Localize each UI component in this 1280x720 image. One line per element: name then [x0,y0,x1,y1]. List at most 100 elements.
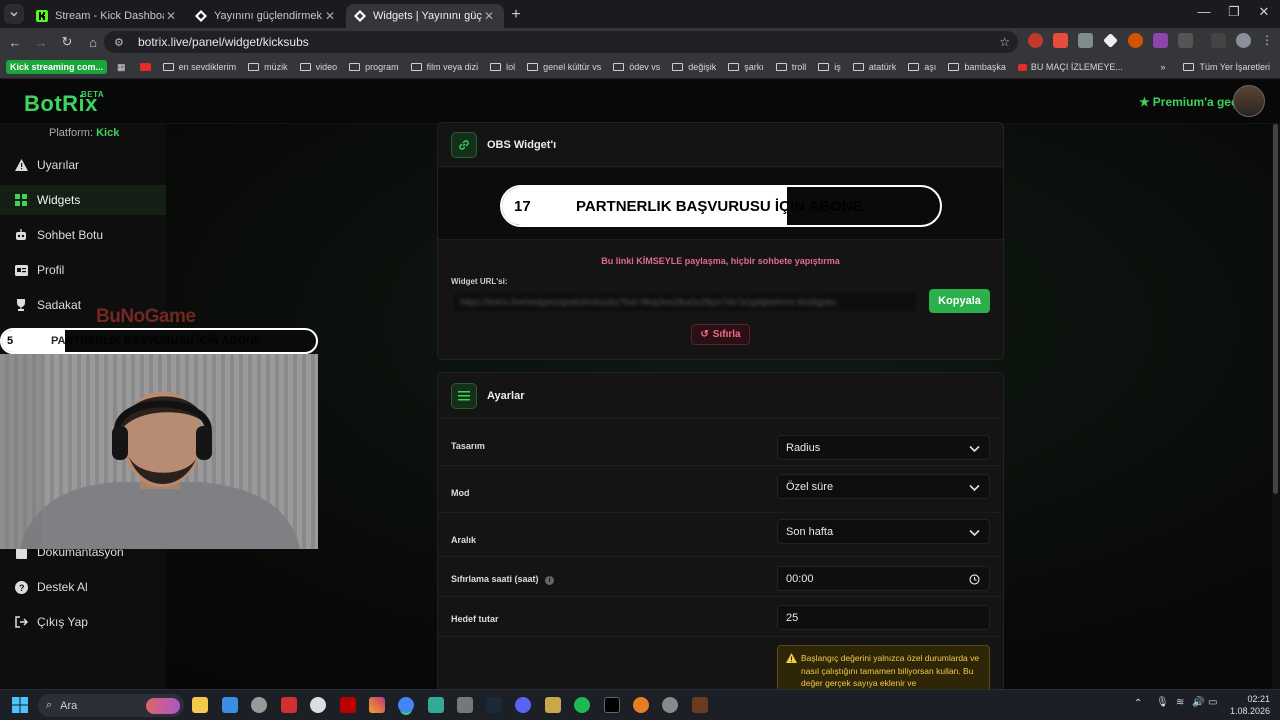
sidebar-item-sohbet-botu[interactable]: Sohbet Botu [0,220,166,250]
extension-icon[interactable] [1078,33,1093,48]
design-select[interactable]: Radius [777,435,990,460]
app-icon[interactable] [662,697,678,713]
media-controls-icon[interactable] [1211,33,1226,48]
bookmark-folder[interactable]: video [299,62,337,72]
reset-button[interactable]: ↺ Sıfırla [691,324,750,345]
botrix-logo[interactable]: BotRix BETA [24,90,104,117]
scrollbar-thumb[interactable] [1273,124,1278,494]
bookmark-folder[interactable]: ödev vs [613,62,660,72]
reload-icon[interactable]: ↻ [54,29,80,55]
copy-button[interactable]: Kopyala [929,289,990,313]
close-tab-icon[interactable]: ✕ [164,9,178,23]
site-info-icon[interactable]: ⚙ [114,36,128,49]
premium-button[interactable]: ★ Premium'a geç [1139,95,1238,109]
setting-label: Mod [451,488,470,498]
spotify-icon[interactable] [574,697,590,713]
wifi-icon[interactable]: ≋ [1176,697,1184,708]
range-select[interactable]: Son hafta [777,519,990,544]
info-icon[interactable]: i [545,576,555,585]
youtube-icon [1017,63,1027,71]
tray-chevron-icon[interactable]: ⌃ [1134,698,1142,709]
bookmark-folder[interactable]: aşı [908,62,936,72]
browser-tab-kick-dashboard[interactable]: Stream - Kick Dashboard ✕ [28,4,186,28]
app-icon[interactable] [428,697,444,713]
extension-icon[interactable] [1053,33,1068,48]
app-icon[interactable] [692,697,708,713]
extension-icon[interactable] [1103,33,1118,48]
page-scrollbar[interactable] [1272,124,1280,689]
back-arrow-icon[interactable]: ← [2,29,28,55]
browser-tab-botrix-home[interactable]: Yayınını güçlendirmek için en iy ✕ [187,4,345,28]
bookmark-folder[interactable]: en sevdiklerim [162,62,236,72]
bookmark-star-icon[interactable]: ☆ [999,35,1010,49]
windows-start-icon[interactable] [12,697,28,713]
extension-icon[interactable] [1128,33,1143,48]
close-tab-icon[interactable]: ✕ [482,9,496,23]
goal-count: 17 [514,198,531,215]
search-icon: ⌕ [46,699,53,711]
taskbar-clock[interactable]: 02:21 1.08.2026 [1226,693,1270,717]
extension-icon[interactable] [1028,33,1043,48]
minimize-icon[interactable]: — [1189,4,1219,19]
microphone-icon[interactable]: 🎙 [1156,697,1169,708]
forward-arrow-icon[interactable]: → [28,29,54,55]
file-explorer-icon[interactable] [192,697,208,713]
bookmark-item[interactable]: BU MAÇI İZLEMEYE... [1017,62,1123,72]
bookmark-folder[interactable]: genel kültür vs [527,62,601,72]
new-tab-button[interactable]: + [505,4,527,26]
bookmark-folder[interactable]: lol [490,62,515,72]
bookmark-folder[interactable]: müzik [248,62,288,72]
bookmark-folder[interactable]: atatürk [852,62,896,72]
sidebar-item-widgets[interactable]: Widgets [0,185,166,215]
youtube-bookmark-icon[interactable] [139,63,151,71]
bookmark-folder[interactable]: bambaşka [948,62,1006,72]
mode-select[interactable]: Özel süre [777,474,990,499]
puzzle-icon[interactable] [1178,33,1193,48]
instagram-icon[interactable] [369,697,385,713]
bookmark-folder[interactable]: şarkı [728,62,764,72]
x-icon[interactable] [604,697,620,713]
chrome-icon[interactable] [398,697,414,713]
all-bookmarks[interactable]: » Tüm Yer İşaretleri [1160,62,1270,72]
app-icon[interactable] [251,697,267,713]
sidebar-item-destek-al[interactable]: ? Destek Al [0,572,166,602]
goal-amount-input[interactable]: 25 [777,605,990,630]
clock-icon[interactable] [969,574,980,585]
sidebar-item-uyarilar[interactable]: Uyarılar [0,150,166,180]
maximize-icon[interactable]: ❐ [1219,4,1249,20]
kebab-menu-icon[interactable]: ⋮ [1261,33,1273,48]
netflix-icon[interactable] [340,697,356,713]
bookmark-item[interactable]: Kick streaming com... [6,60,108,74]
discord-icon[interactable] [515,697,531,713]
avatar[interactable] [1233,85,1265,117]
reset-time-input[interactable]: 00:00 [777,566,990,591]
close-window-icon[interactable]: ✕ [1249,4,1279,20]
app-icon[interactable] [281,697,297,713]
app-icon[interactable] [633,697,649,713]
close-tab-icon[interactable]: ✕ [323,9,337,23]
bookmark-folder[interactable]: troll [775,62,806,72]
profile-icon[interactable] [1236,33,1251,48]
widget-url-field[interactable]: https://botrix.live/widgets/goals/kicksu… [451,291,918,313]
taskbar-search[interactable]: ⌕ Ara [38,694,184,717]
chatgpt-icon[interactable] [310,697,326,713]
browser-toolbar: ← → ↻ ⌂ ⚙ botrix.live/panel/widget/kicks… [0,28,1280,56]
app-icon[interactable] [545,697,561,713]
bookmark-folder[interactable]: iş [818,62,841,72]
battery-icon[interactable]: ▭ [1208,697,1217,708]
steam-icon[interactable] [486,697,502,713]
bookmark-folder[interactable]: film veya dizi [410,62,478,72]
extension-icon[interactable] [1153,33,1168,48]
sidebar-item-profil[interactable]: Profil [0,255,166,285]
home-icon[interactable]: ⌂ [80,29,106,55]
bookmark-folder[interactable]: program [349,62,399,72]
volume-icon[interactable]: 🔊 [1192,697,1204,708]
address-bar[interactable]: ⚙ botrix.live/panel/widget/kicksubs ☆ [104,31,1018,53]
app-icon[interactable] [222,697,238,713]
sidebar-item-cikis-yap[interactable]: Çıkış Yap [0,607,166,637]
browser-tab-widgets[interactable]: Widgets | Yayınını güçlendirmek ✕ [346,4,504,28]
obs-icon[interactable] [457,697,473,713]
tab-search-button[interactable] [4,4,24,24]
apps-grid-icon[interactable]: ▦ [117,62,126,73]
bookmark-folder[interactable]: değişik [672,62,716,72]
